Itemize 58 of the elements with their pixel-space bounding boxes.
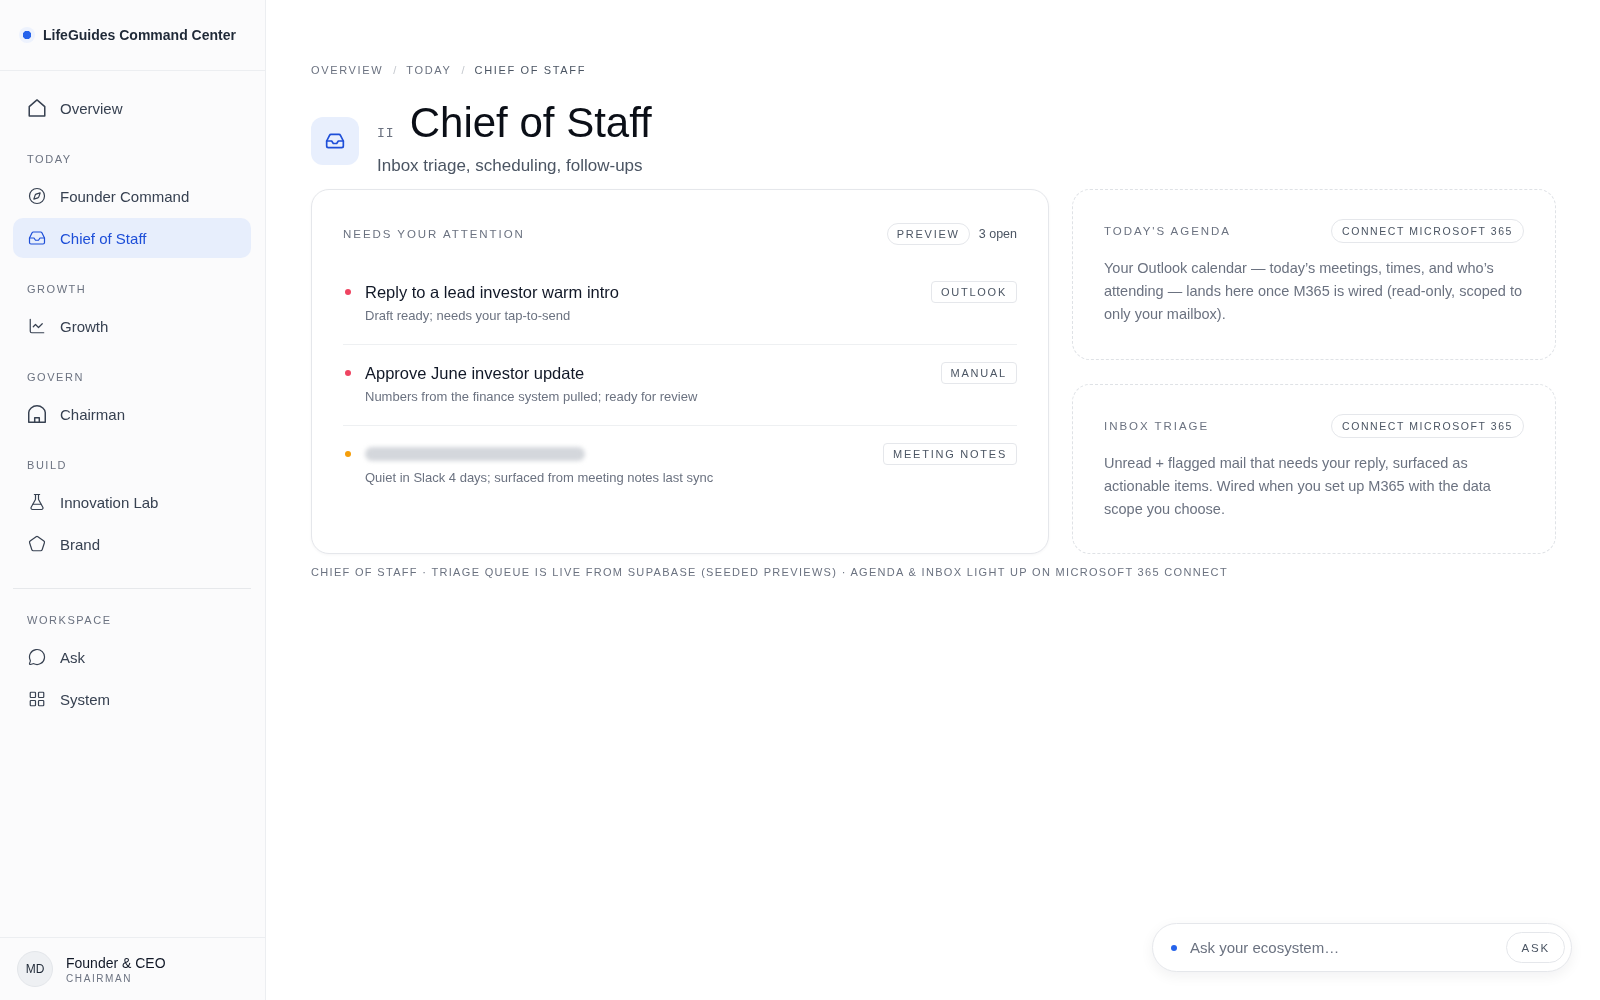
section-number: II <box>377 125 395 140</box>
sidebar-item[interactable]: Overview <box>13 88 251 128</box>
section-heading: BUILD <box>26 458 69 472</box>
page-subtitle: Inbox triage, scheduling, follow-ups <box>377 155 644 177</box>
ask-button[interactable]: ASK <box>1506 932 1565 963</box>
panel-heading: TODAY'S AGENDA <box>1104 225 1231 237</box>
ask-input[interactable]: Ask your ecosystem… <box>1188 938 1496 957</box>
source-tag: MANUAL <box>940 362 1017 384</box>
breadcrumb-separator: / <box>461 64 465 76</box>
sidebar-item[interactable]: Chief of Staff <box>13 218 251 258</box>
grid-icon <box>28 690 46 708</box>
page-title: Chief of Staff <box>409 100 652 146</box>
user-name: Founder & CEO <box>66 954 166 971</box>
house-icon <box>28 99 46 117</box>
flask-icon <box>28 493 46 511</box>
card-heading: NEEDS YOUR ATTENTION <box>343 228 525 240</box>
breadcrumb-separator: / <box>393 64 397 76</box>
task-detail: Draft ready; needs your tap-to-send <box>365 307 571 325</box>
open-count: 3 open <box>978 227 1017 241</box>
sidebar-item[interactable]: System <box>13 679 251 719</box>
speech-bubble-icon <box>28 648 46 666</box>
inbox-icon <box>311 117 359 165</box>
app-title: LifeGuides Command Center <box>43 27 236 43</box>
connect-button[interactable]: CONNECT MICROSOFT 365 <box>1331 219 1524 243</box>
inbox-icon <box>28 229 46 247</box>
task-title[interactable]: Reply to a lead investor warm intro <box>365 281 620 303</box>
source-tag: MEETING NOTES <box>883 443 1017 465</box>
panel-heading: INBOX TRIAGE <box>1104 419 1210 432</box>
section-heading: GROWTH <box>26 282 88 296</box>
avatar: MD <box>17 951 53 987</box>
ask-bar[interactable]: Ask your ecosystem… ASK <box>1152 923 1572 972</box>
status-dot-icon <box>19 27 35 43</box>
section-heading: GOVERN <box>26 370 85 384</box>
source-tag: OUTLOOK <box>930 281 1017 303</box>
connect-button[interactable]: CONNECT MICROSOFT 365 <box>1331 413 1524 438</box>
panel-description: Your Outlook calendar — today’s meetings, times, and who’s attending — lands here once M365 is wired (read-only, scoped to only your mailbox). <box>1104 259 1524 324</box>
task-detail: Quiet in Slack 4 days; surfaced from meeting notes last sync <box>365 469 714 487</box>
section-heading: WORKSPACE <box>26 613 113 627</box>
panel-description: Unread + flagged mail that needs your reply, surfaced as actionable items. Wired when you set up M365 with the data scope you choose. <box>1104 453 1492 519</box>
sidebar-item[interactable]: Innovation Lab <box>13 482 251 522</box>
compass-icon <box>28 187 46 205</box>
status-dot-icon <box>1171 944 1177 951</box>
user-role: CHAIRMAN <box>66 972 134 984</box>
pentagon-icon <box>28 535 46 553</box>
breadcrumb-link[interactable]: TODAY <box>406 64 452 76</box>
building-icon <box>28 405 46 423</box>
task-title[interactable]: Approve June investor update <box>365 362 585 384</box>
footnote: CHIEF OF STAFF · TRIAGE QUEUE IS LIVE FROM SUPABASE (SEEDED PREVIEWS) · AGENDA & INBOX LIGHT UP ON MICROSOFT 365 CONNECT <box>311 565 1228 579</box>
breadcrumb-link[interactable]: OVERVIEW <box>311 64 384 76</box>
line-chart-icon <box>28 317 46 335</box>
section-heading: TODAY <box>26 152 73 166</box>
sidebar-item[interactable]: Chairman <box>13 394 251 434</box>
sidebar-item[interactable]: Founder Command <box>13 176 251 216</box>
breadcrumb-current: CHIEF OF STAFF <box>474 64 587 76</box>
task-detail: Numbers from the finance system pulled; ready for review <box>365 388 698 406</box>
sidebar-item[interactable]: Brand <box>13 524 251 564</box>
sidebar-item[interactable]: Ask <box>13 637 251 677</box>
sidebar-item[interactable]: Growth <box>13 306 251 346</box>
